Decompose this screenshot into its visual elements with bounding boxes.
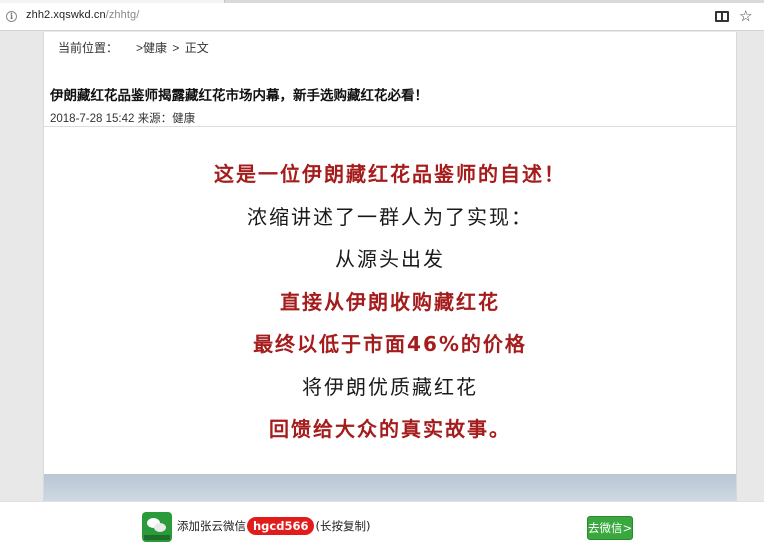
promo-suffix: (长按复制) [315,519,371,533]
promo-prefix: 添加张云微信 [177,519,246,533]
breadcrumb-current: 正文 [184,41,209,55]
story-line: 将伊朗优质藏红花 [302,374,478,399]
article-date: 2018-7-28 15:42 [50,113,135,125]
breadcrumb-category[interactable]: >健康 [136,41,167,55]
breadcrumb-label: 当前位置： [58,41,119,55]
story-line: 这是一位伊朗藏红花品鉴师的自述！ [214,162,566,186]
url-text[interactable]: zhh2.xqswkd.cn/zhhtg/ [26,9,139,21]
article-source: 健康 [172,113,196,125]
url-path: /zhhtg/ [105,9,140,21]
story-line: 从源头出发 [335,247,445,271]
meta-divider [44,126,736,127]
promo-bar [0,501,764,550]
breadcrumb: 当前位置： >健康 > 正文 [58,39,211,56]
address-bar[interactable]: i zhh2.xqswkd.cn/zhhtg/ ☆ [0,3,764,31]
wechat-id-badge[interactable]: hgcd566 [247,517,315,535]
url-host: zhh2.xqswkd.cn [26,9,106,21]
site-info-icon[interactable]: i [6,11,17,22]
story-line: 直接从伊朗收购藏红花 [280,289,500,314]
story-line: 浓缩讲述了一群人为了实现： [247,204,533,229]
story-line: 回馈给大众的真实故事。 [269,417,511,441]
article-page: 当前位置： >健康 > 正文 伊朗藏红花品鉴师揭露藏红花市场内幕，新手选购藏红花必… [43,32,737,502]
bookmark-star-icon[interactable]: ☆ [739,7,752,25]
wechat-logo-icon [142,512,172,542]
source-label: 来源： [137,113,173,125]
page-viewport: 当前位置： >健康 > 正文 伊朗藏红花品鉴师揭露藏红花市场内幕，新手选购藏红花必… [0,32,764,550]
story-text-block: 这是一位伊朗藏红花品鉴师的自述！ 浓缩讲述了一群人为了实现： 从源头出发 直接从… [44,160,736,458]
breadcrumb-separator: > [172,41,180,55]
article-title: 伊朗藏红花品鉴师揭露藏红花市场内幕，新手选购藏红花必看！ [50,88,428,104]
promo-text: 添加张云微信 hgcd566 (长按复制) [177,517,370,535]
open-wechat-button[interactable]: 去微信> [587,516,633,540]
reader-view-icon[interactable] [715,11,729,22]
article-meta: 2018-7-28 15:42 来源：健康 [50,110,195,126]
article-image-top [44,474,736,502]
story-line: 最终以低于市面46%的价格 [253,332,527,356]
